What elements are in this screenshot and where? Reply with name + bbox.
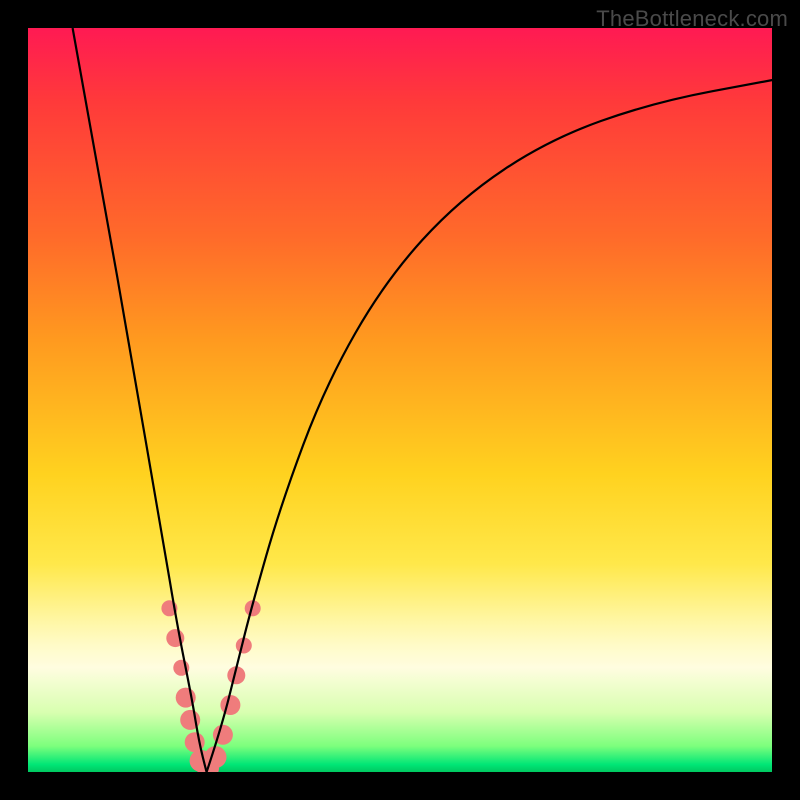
outer-frame: TheBottleneck.com [0,0,800,800]
curve-right-branch [207,80,772,772]
curve-left-branch [73,28,207,772]
bead-point [220,695,240,715]
bead-point [205,746,227,768]
plot-area [28,28,772,772]
chart-svg [28,28,772,772]
